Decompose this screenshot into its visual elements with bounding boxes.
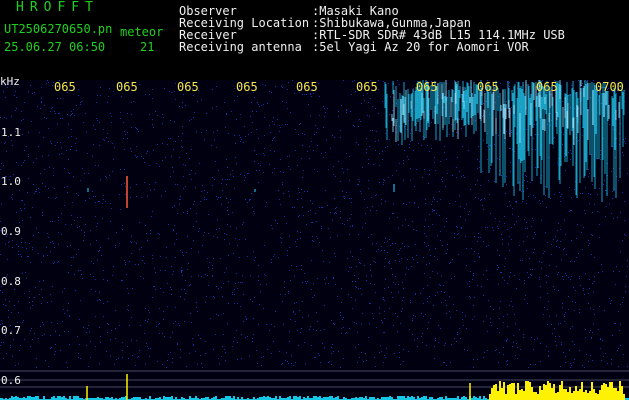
file-name: UT2506270650.pn <box>4 22 113 36</box>
meteor-trace-faint <box>87 184 395 192</box>
time-tick: 065 <box>54 80 76 94</box>
time-tick: 065 <box>116 80 138 94</box>
time-tick: 065 <box>356 80 378 94</box>
noise-speckle <box>0 80 628 368</box>
antenna-label: Receiving antenna <box>179 40 302 54</box>
time-tick: 065 <box>236 80 258 94</box>
freq-label-0-7: 0.7 <box>1 324 21 337</box>
freq-label-1-1: 1.1 <box>1 126 21 139</box>
reference-lines <box>0 370 629 388</box>
time-tick: 065 <box>177 80 199 94</box>
time-tick: 065 <box>477 80 499 94</box>
time-tick: 065 <box>296 80 318 94</box>
frequency-unit-label: kHz <box>0 75 20 88</box>
freq-label-0-6: 0.6 <box>1 374 21 387</box>
spectrogram-panel <box>0 80 629 400</box>
time-tick: 065 <box>416 80 438 94</box>
spectrogram-canvas <box>0 80 629 400</box>
time-tick: 0700 <box>595 80 624 94</box>
time-tick: 065 <box>536 80 558 94</box>
detection-count: 21 <box>140 40 155 54</box>
file-tag: meteor <box>120 25 164 39</box>
date-time: 25.06.27 06:50 <box>4 40 106 54</box>
freq-label-1-0: 1.0 <box>1 175 21 188</box>
app-title: HROFFT <box>16 0 99 15</box>
freq-label-0-9: 0.9 <box>1 225 21 238</box>
antenna-value: :5el Yagi Az 20 for Aomori VOR <box>312 40 529 54</box>
header-panel: HROFFT UT2506270650.pn meteor 25.06.27 0… <box>0 0 629 80</box>
freq-label-0-8: 0.8 <box>1 275 21 288</box>
signal-burst <box>489 381 625 400</box>
